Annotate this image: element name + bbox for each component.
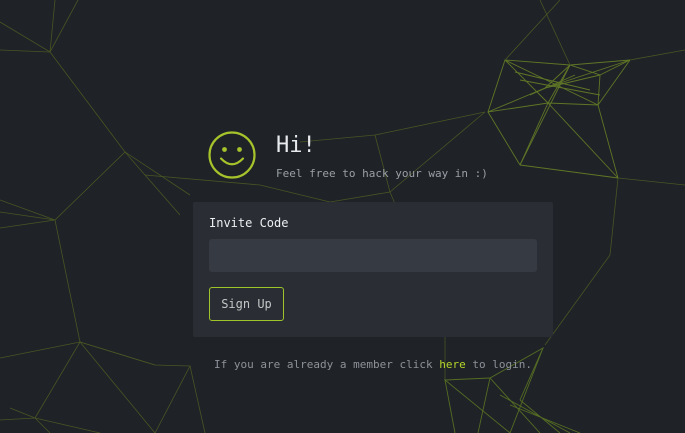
login-prompt-suffix: to login. bbox=[465, 358, 532, 371]
sign-up-button[interactable]: Sign Up bbox=[209, 287, 284, 321]
login-prompt: If you are already a member click here t… bbox=[0, 358, 685, 371]
invite-code-label: Invite Code bbox=[209, 216, 289, 230]
page-title: Hi! bbox=[276, 133, 316, 158]
welcome-header: Hi! Feel free to hack your way in :) bbox=[208, 131, 488, 181]
invite-code-input[interactable] bbox=[209, 239, 537, 272]
header-text: Hi! Feel free to hack your way in :) bbox=[276, 131, 488, 181]
smiley-icon bbox=[208, 131, 256, 179]
page-subtitle: Feel free to hack your way in :) bbox=[276, 167, 488, 180]
login-prompt-prefix: If you are already a member click bbox=[214, 358, 440, 371]
signup-card: Invite Code Sign Up bbox=[193, 202, 553, 337]
login-link[interactable]: here bbox=[439, 358, 466, 371]
